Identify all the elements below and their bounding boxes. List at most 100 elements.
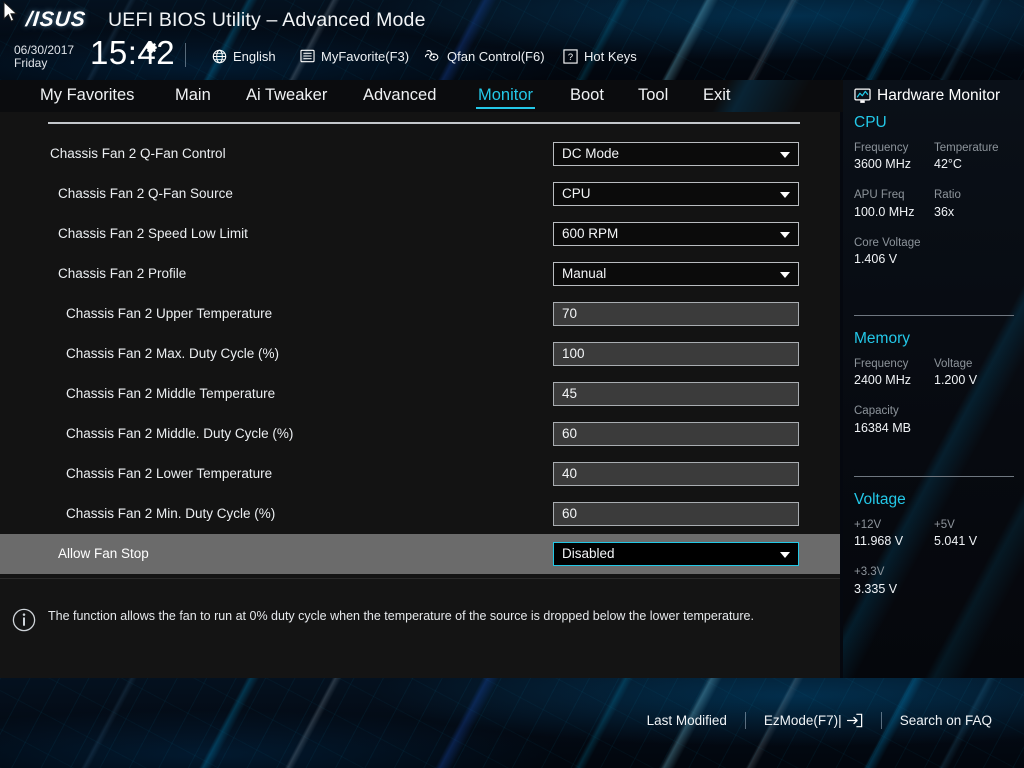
tab-main[interactable]: Main bbox=[175, 87, 211, 107]
tab-label: Monitor bbox=[478, 86, 534, 104]
hw-readout: Frequency 3600 MHz bbox=[854, 140, 934, 174]
text-input-value: 100 bbox=[562, 346, 585, 362]
dropdown-select[interactable]: Manual bbox=[553, 262, 799, 286]
globe-icon bbox=[212, 49, 227, 63]
hw-section-heading: Memory bbox=[854, 330, 910, 347]
setting-row[interactable]: Allow Fan Stop Disabled bbox=[0, 534, 840, 574]
text-input[interactable]: 40 bbox=[553, 462, 799, 486]
setting-control-slot: 60 bbox=[553, 502, 799, 526]
setting-row[interactable]: Chassis Fan 2 Q-Fan Source CPU bbox=[0, 174, 840, 214]
hw-readout-value: 11.968 V bbox=[854, 534, 904, 549]
tab-ai-tweaker[interactable]: Ai Tweaker bbox=[246, 87, 327, 107]
chevron-down-icon bbox=[780, 552, 790, 558]
setting-row[interactable]: Chassis Fan 2 Speed Low Limit 600 RPM bbox=[0, 214, 840, 254]
setting-label: Chassis Fan 2 Profile bbox=[58, 266, 187, 282]
tab-my-favorites[interactable]: My Favorites bbox=[40, 87, 134, 107]
footer-link-last-modified[interactable]: Last Modified bbox=[629, 714, 745, 728]
setting-label: Chassis Fan 2 Middle. Duty Cycle (%) bbox=[66, 426, 294, 442]
hot-keys-label: Hot Keys bbox=[584, 48, 637, 64]
setting-row[interactable]: Chassis Fan 2 Middle Temperature 45 bbox=[0, 374, 840, 414]
hw-readout: +5V 5.041 V bbox=[934, 517, 1014, 551]
footer-link-list: Last Modified EzMode(F7)| Search on FAQ bbox=[629, 712, 1010, 729]
hot-keys-button[interactable]: ? Hot Keys bbox=[563, 47, 637, 65]
setting-rows: Chassis Fan 2 Q-Fan Control DC Mode Chassi… bbox=[0, 134, 840, 574]
footer-link-ezmode-f7[interactable]: EzMode(F7)| bbox=[746, 713, 881, 728]
setting-label: Chassis Fan 2 Q-Fan Source bbox=[58, 186, 233, 202]
asus-logo: /ISUS bbox=[24, 8, 88, 31]
hw-readout-key: Frequency bbox=[854, 357, 909, 370]
hw-readout-value: 2400 MHz bbox=[854, 373, 911, 388]
gear-icon[interactable] bbox=[143, 40, 159, 56]
tab-label: Tool bbox=[638, 86, 669, 104]
setting-row[interactable]: Chassis Fan 2 Profile Manual bbox=[0, 254, 840, 294]
qfan-control-label: Qfan Control(F6) bbox=[447, 48, 545, 64]
setting-row[interactable]: Chassis Fan 2 Q-Fan Control DC Mode bbox=[0, 134, 840, 174]
dropdown-select[interactable]: CPU bbox=[553, 182, 799, 206]
setting-control-slot: 60 bbox=[553, 422, 799, 446]
setting-label: Allow Fan Stop bbox=[58, 546, 149, 562]
hw-readout-grid: Frequency 2400 MHz Voltage 1.200 V Capacity 1… bbox=[854, 356, 1014, 451]
hw-readout-value: 1.406 V bbox=[854, 252, 898, 267]
setting-row[interactable]: Chassis Fan 2 Lower Temperature 40 bbox=[0, 454, 840, 494]
fan-icon bbox=[425, 49, 439, 61]
setting-row[interactable]: Chassis Fan 2 Upper Temperature 70 bbox=[0, 294, 840, 334]
sidebar-divider bbox=[854, 315, 1014, 316]
hw-readout-key: Capacity bbox=[854, 405, 899, 418]
hw-readout-value: 36x bbox=[934, 204, 955, 219]
qfan-control-button[interactable]: Qfan Control(F6) bbox=[424, 47, 545, 65]
text-input[interactable]: 45 bbox=[553, 382, 799, 406]
footer-link-search-on-faq[interactable]: Search on FAQ bbox=[882, 714, 1010, 728]
hw-readout: Voltage 1.200 V bbox=[934, 356, 1014, 390]
setting-row[interactable]: Chassis Fan 2 Middle. Duty Cycle (%) 60 bbox=[0, 414, 840, 454]
tab-monitor[interactable]: Monitor bbox=[475, 86, 536, 108]
tab-advanced[interactable]: Advanced bbox=[363, 87, 436, 107]
hw-section-memory: Memory Frequency 2400 MHz Voltage 1.200 V Cap… bbox=[854, 331, 1014, 451]
footer-link-label: Search on FAQ bbox=[899, 712, 992, 728]
dropdown-select[interactable]: 600 RPM bbox=[553, 222, 799, 246]
chevron-down-icon bbox=[780, 272, 790, 278]
hw-readout-value: 5.041 V bbox=[934, 534, 978, 549]
setting-control-slot: 70 bbox=[553, 302, 799, 326]
text-input[interactable]: 100 bbox=[553, 342, 799, 366]
tab-exit[interactable]: Exit bbox=[703, 87, 731, 107]
setting-label: Chassis Fan 2 Max. Duty Cycle (%) bbox=[66, 346, 280, 362]
setting-label: Chassis Fan 2 Speed Low Limit bbox=[58, 226, 248, 242]
hw-readout: Capacity 16384 MB bbox=[854, 403, 1014, 437]
text-input[interactable]: 60 bbox=[553, 502, 799, 526]
setting-control-slot: 40 bbox=[553, 462, 799, 486]
chevron-down-icon bbox=[780, 232, 790, 238]
language-selector[interactable]: English bbox=[212, 47, 276, 65]
hw-readout-key: +12V bbox=[854, 518, 882, 531]
text-input[interactable]: 60 bbox=[553, 422, 799, 446]
tab-label: My Favorites bbox=[40, 86, 135, 104]
dropdown-select[interactable]: Disabled bbox=[553, 542, 799, 566]
footer-bar: Last ModifiedEzMode(F7)|Search on FAQ Ve… bbox=[0, 678, 1024, 768]
hardware-monitor-title: Hardware Monitor bbox=[854, 87, 1000, 105]
hw-readout: Frequency 2400 MHz bbox=[854, 356, 934, 390]
text-input[interactable]: 70 bbox=[553, 302, 799, 326]
hw-readout-key: Core Voltage bbox=[854, 236, 921, 249]
hw-readout-grid: +12V 11.968 V +5V 5.041 V +3.3V 3.335 V bbox=[854, 517, 1014, 612]
text-input-value: 60 bbox=[562, 426, 578, 442]
dropdown-select[interactable]: DC Mode bbox=[553, 142, 799, 166]
tab-tool[interactable]: Tool bbox=[638, 87, 668, 107]
hw-readout-key: +5V bbox=[934, 518, 955, 531]
text-input-value: 60 bbox=[562, 506, 578, 522]
setting-row[interactable]: Chassis Fan 2 Min. Duty Cycle (%) 60 bbox=[0, 494, 840, 534]
tab-boot[interactable]: Boot bbox=[570, 87, 604, 107]
text-input-value: 70 bbox=[562, 306, 578, 322]
hw-readout: +3.3V 3.335 V bbox=[854, 564, 1014, 598]
hardware-monitor-sidebar: Hardware Monitor CPU Frequency 3600 MHz Tem… bbox=[843, 80, 1024, 678]
tab-label: Ai Tweaker bbox=[246, 86, 328, 104]
hw-readout-value: 1.200 V bbox=[934, 373, 978, 388]
question-key-icon: ? bbox=[563, 48, 578, 64]
svg-text:?: ? bbox=[568, 52, 573, 62]
myfavorite-button[interactable]: MyFavorite(F3) bbox=[300, 47, 409, 65]
setting-row[interactable]: Chassis Fan 2 Max. Duty Cycle (%) 100 bbox=[0, 334, 840, 374]
text-input-value: 45 bbox=[562, 386, 578, 402]
tab-label: Exit bbox=[703, 86, 731, 104]
hw-readout: APU Freq 100.0 MHz bbox=[854, 187, 934, 221]
scrollbar-track[interactable] bbox=[827, 112, 830, 578]
hw-section-heading: CPU bbox=[854, 114, 887, 131]
hw-readout-value: 42°C bbox=[934, 157, 962, 172]
